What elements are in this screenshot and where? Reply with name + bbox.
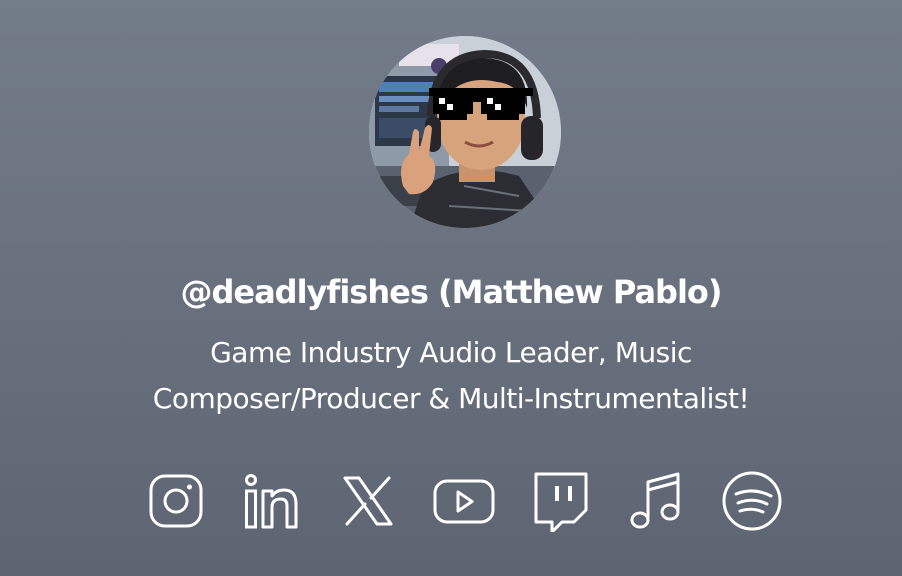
linkedin-icon bbox=[245, 474, 298, 529]
spotify-link[interactable] bbox=[721, 470, 783, 532]
spotify-icon bbox=[722, 471, 782, 531]
youtube-link[interactable] bbox=[433, 470, 495, 532]
profile-bio: Game Industry Audio Leader, Music Compos… bbox=[0, 330, 902, 422]
avatar[interactable] bbox=[369, 36, 561, 228]
twitch-link[interactable] bbox=[530, 470, 592, 532]
bio-line-1: Game Industry Audio Leader, Music bbox=[210, 336, 692, 369]
instagram-icon bbox=[149, 474, 203, 528]
twitch-icon bbox=[534, 472, 588, 532]
music-link[interactable] bbox=[626, 470, 688, 532]
profile-card: @deadlyfishes (Matthew Pablo) Game Indus… bbox=[0, 0, 902, 576]
youtube-icon bbox=[433, 479, 495, 524]
x-icon bbox=[343, 476, 393, 526]
social-links bbox=[0, 470, 902, 532]
linkedin-link[interactable] bbox=[240, 470, 302, 532]
bio-line-2: Composer/Producer & Multi-Instrumentalis… bbox=[152, 382, 750, 415]
profile-name: @deadlyfishes (Matthew Pablo) bbox=[180, 273, 722, 311]
music-note-icon bbox=[630, 472, 680, 529]
x-link[interactable] bbox=[337, 470, 399, 532]
instagram-link[interactable] bbox=[145, 470, 207, 532]
